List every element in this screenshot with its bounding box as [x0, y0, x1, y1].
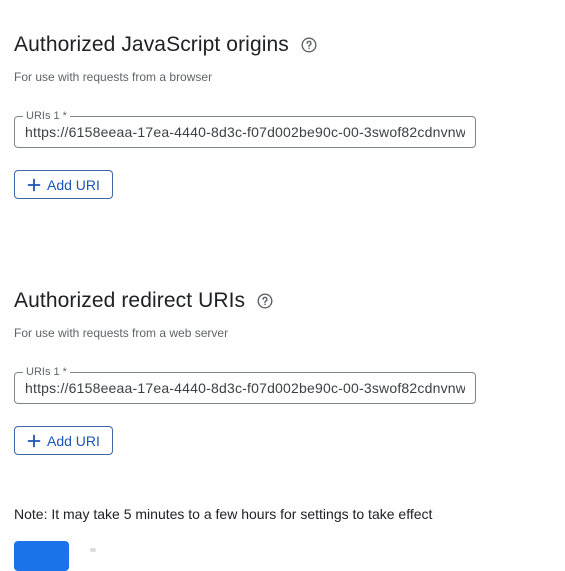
- redirect-uri-input[interactable]: [15, 373, 475, 403]
- plus-icon: [27, 434, 41, 448]
- help-circle-icon[interactable]: [301, 37, 317, 53]
- help-circle-icon[interactable]: [257, 293, 273, 309]
- js-origins-title: Authorized JavaScript origins: [14, 33, 289, 56]
- redirect-uri-field[interactable]: URIs 1 *: [14, 365, 476, 404]
- js-origins-section: Authorized JavaScript origins For use wi…: [14, 30, 484, 199]
- js-origins-subtitle: For use with requests from a browser: [14, 70, 213, 84]
- redirect-uris-subtitle: For use with requests from a web server: [14, 326, 229, 340]
- redirect-uris-title-row: Authorized redirect URIs: [14, 286, 484, 316]
- js-origin-uri-field[interactable]: URIs 1 *: [14, 109, 476, 148]
- settings-note: Note: It may take 5 minutes to a few hou…: [14, 506, 433, 522]
- redirect-uris-add-uri-button[interactable]: Add URI: [14, 426, 113, 455]
- js-origin-uri-input[interactable]: [15, 117, 475, 147]
- save-button[interactable]: [14, 541, 69, 571]
- js-origins-title-row: Authorized JavaScript origins: [14, 30, 484, 60]
- redirect-uris-section: Authorized redirect URIs For use with re…: [14, 286, 484, 455]
- add-uri-label: Add URI: [47, 176, 100, 193]
- js-origins-add-uri-button[interactable]: Add URI: [14, 170, 113, 199]
- add-uri-label: Add URI: [47, 432, 100, 449]
- cancel-button[interactable]: [90, 548, 96, 552]
- redirect-uris-title: Authorized redirect URIs: [14, 289, 246, 312]
- plus-icon: [27, 178, 41, 192]
